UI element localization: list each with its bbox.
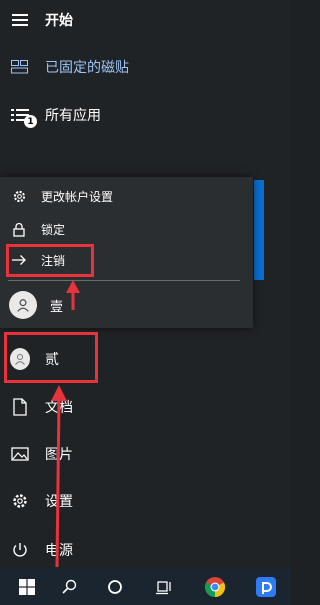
cortana-icon[interactable] bbox=[98, 568, 132, 605]
annotation-arrows bbox=[51, 280, 80, 568]
search-icon[interactable] bbox=[52, 568, 86, 605]
chrome-icon[interactable] bbox=[198, 568, 232, 605]
task-view-icon[interactable] bbox=[148, 568, 182, 605]
windows-start-icon[interactable] bbox=[8, 568, 46, 605]
start-menu: 开始 已固定的磁贴 所有应用 1 贰 文档 图片 bbox=[0, 0, 291, 605]
pinned-app-icon[interactable] bbox=[249, 568, 283, 605]
taskbar bbox=[0, 568, 291, 605]
